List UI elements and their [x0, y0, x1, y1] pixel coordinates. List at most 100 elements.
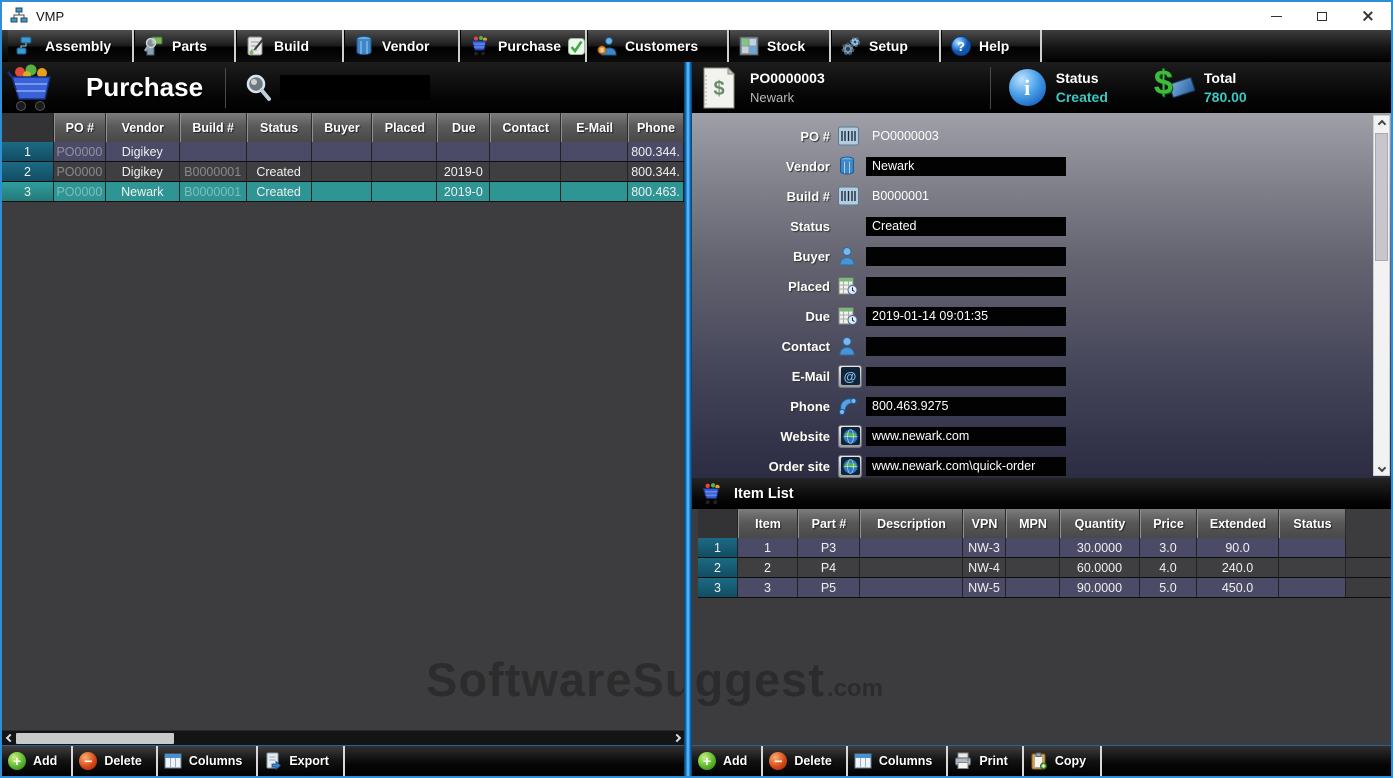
add-item-button[interactable]: + Add: [692, 746, 764, 776]
app-window: VMP Assembly Parts Build Vendor Purchase…: [0, 0, 1393, 778]
menu-item-setup[interactable]: Setup: [831, 30, 941, 62]
field-label: E-Mail: [791, 368, 830, 384]
add-button[interactable]: + Add: [2, 746, 74, 776]
purchase-list-panel: Purchase PO # Vendor Build # Status Buye…: [2, 62, 684, 776]
column-header-description[interactable]: Description: [860, 509, 963, 538]
columns-button[interactable]: Columns: [847, 746, 949, 776]
menu-item-customers[interactable]: Customers: [587, 30, 729, 62]
horizontal-scrollbar[interactable]: [2, 730, 684, 745]
buyer-input[interactable]: [866, 246, 1066, 266]
menu-label: Setup: [869, 38, 908, 54]
row-number: 3: [2, 182, 54, 201]
menu-item-vendor[interactable]: Vendor: [344, 30, 460, 62]
column-header-mpn[interactable]: MPN: [1006, 509, 1060, 538]
person-icon: [838, 246, 866, 266]
column-header-status[interactable]: Status: [1279, 509, 1346, 538]
cell-vpn: NW-4: [963, 558, 1006, 577]
column-header-placed[interactable]: Placed: [372, 113, 438, 142]
purchase-row-3-selected[interactable]: 3 PO0000 Newark B0000001 Created 2019-0 …: [2, 182, 684, 202]
scrollbar-thumb[interactable]: [1375, 133, 1388, 261]
button-label: Delete: [104, 754, 142, 768]
cell-mpn: [1006, 578, 1060, 597]
column-header-part[interactable]: Part #: [798, 509, 860, 538]
status-input[interactable]: [866, 216, 1066, 236]
search-input[interactable]: [280, 75, 431, 100]
item-row-3[interactable]: 3 3 P5 NW-5 90.0000 5.0 450.0: [698, 578, 1391, 598]
menu-item-parts[interactable]: Parts: [134, 30, 236, 62]
active-check-icon: [568, 37, 586, 55]
delete-button[interactable]: − Delete: [73, 746, 158, 776]
item-row-2[interactable]: 2 2 P4 NW-4 60.0000 4.0 240.0: [698, 558, 1391, 578]
vertical-scrollbar[interactable]: [1373, 115, 1390, 476]
barcode-icon: [838, 186, 866, 206]
menu-item-purchase[interactable]: Purchase: [460, 30, 587, 62]
column-header-contact[interactable]: Contact: [490, 113, 562, 142]
column-header-buyer[interactable]: Buyer: [311, 113, 373, 142]
due-input[interactable]: [866, 306, 1066, 326]
menu-label: Build: [274, 38, 309, 54]
column-header-item[interactable]: Item: [738, 509, 798, 538]
order-site-input[interactable]: [866, 456, 1066, 476]
contact-input[interactable]: [866, 336, 1066, 356]
field-label: Due: [805, 308, 830, 324]
cell-vpn: NW-3: [963, 538, 1006, 557]
menu-item-assembly[interactable]: Assembly: [8, 30, 134, 62]
vendor-input[interactable]: [866, 156, 1066, 176]
globe-icon[interactable]: [838, 424, 866, 448]
column-header-phone[interactable]: Phone: [628, 113, 684, 142]
column-header-price[interactable]: Price: [1140, 509, 1197, 538]
purchase-row-2[interactable]: 2 PO0000 Digikey B0000001 Created 2019-0…: [2, 162, 684, 182]
item-row-1[interactable]: 1 1 P3 NW-3 30.0000 3.0 90.0: [698, 538, 1391, 558]
columns-button[interactable]: Columns: [157, 746, 259, 776]
cell-price: 4.0: [1140, 558, 1197, 577]
close-button[interactable]: [1345, 2, 1391, 30]
column-header-due[interactable]: Due: [437, 113, 491, 142]
person-icon: [838, 336, 866, 356]
globe-icon[interactable]: [838, 454, 866, 478]
menu-item-stock[interactable]: Stock: [729, 30, 831, 62]
phone-icon: [838, 396, 866, 416]
menu-item-build[interactable]: Build: [236, 30, 344, 62]
purchase-row-1[interactable]: 1 PO0000 Digikey 800.344.: [2, 142, 684, 162]
cell-po: PO0000: [53, 142, 106, 161]
form-row-vendor: Vendor: [692, 151, 1391, 181]
cell-email: [561, 162, 629, 181]
field-label: Status: [790, 218, 830, 234]
email-input[interactable]: [866, 366, 1066, 386]
delete-item-button[interactable]: − Delete: [763, 746, 848, 776]
column-header-email[interactable]: E-Mail: [561, 113, 629, 142]
item-list-cart-icon: [702, 482, 720, 504]
menu-item-help[interactable]: ? Help: [941, 30, 1042, 62]
column-header-vpn[interactable]: VPN: [963, 509, 1006, 538]
scroll-left-arrow[interactable]: [2, 731, 17, 746]
column-header-vendor[interactable]: Vendor: [105, 113, 180, 142]
print-button[interactable]: Print: [948, 746, 1024, 776]
assembly-icon: [16, 36, 32, 55]
scroll-down-arrow[interactable]: [1374, 460, 1389, 475]
copy-button[interactable]: Copy: [1023, 746, 1103, 776]
website-input[interactable]: [866, 426, 1066, 446]
column-header-extended[interactable]: Extended: [1197, 509, 1279, 538]
column-header-quantity[interactable]: Quantity: [1060, 509, 1140, 538]
window-title: VMP: [36, 8, 65, 24]
column-header-status[interactable]: Status: [246, 113, 312, 142]
phone-input[interactable]: [866, 396, 1066, 416]
cell-buyer: [311, 182, 373, 201]
minimize-button[interactable]: [1253, 2, 1299, 30]
email-at-icon[interactable]: @: [838, 364, 866, 388]
panel-splitter[interactable]: [684, 62, 692, 776]
field-label: PO #: [800, 128, 830, 144]
export-button[interactable]: Export: [258, 746, 345, 776]
scroll-right-arrow[interactable]: [669, 731, 684, 746]
cell-placed: [372, 162, 438, 181]
column-header-build[interactable]: Build #: [179, 113, 247, 142]
scroll-up-arrow[interactable]: [1374, 116, 1389, 131]
placed-input[interactable]: [866, 276, 1066, 296]
maximize-icon: [1317, 11, 1327, 21]
button-label: Add: [33, 754, 58, 768]
scrollbar-thumb[interactable]: [16, 733, 174, 744]
cell-description: [860, 558, 963, 577]
maximize-button[interactable]: [1299, 2, 1345, 30]
column-header-po[interactable]: PO #: [53, 113, 106, 142]
cell-status: Created: [246, 162, 312, 181]
